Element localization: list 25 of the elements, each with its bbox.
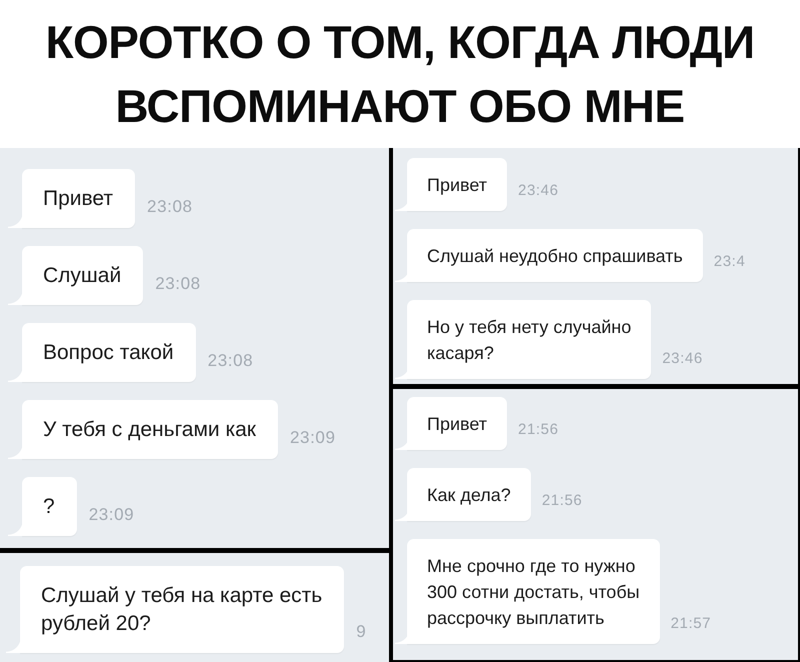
message-time: 23:4 (714, 253, 746, 271)
message-time: 23:08 (155, 275, 201, 293)
message-time: 23:09 (290, 429, 336, 447)
message-time: 23:46 (518, 182, 559, 200)
message-time: 21:56 (542, 492, 582, 510)
message-bubble: Слушай (8, 246, 144, 305)
message-bubble: Но у тебя нету случайно касаря? (395, 300, 652, 379)
message-time: 23:08 (208, 352, 254, 370)
message-time: 23:46 (662, 350, 703, 368)
message-bubble: Привет (395, 397, 508, 450)
message-bubble: Привет (8, 169, 136, 228)
message-bubble: ? (8, 477, 77, 536)
message-time: 21:57 (670, 615, 712, 633)
message-bubble: Вопрос такой (8, 323, 196, 382)
message-time: 23:09 (88, 506, 134, 524)
message-bubble: Слушай неудобно спрашивать (395, 229, 703, 282)
message-time: 23:08 (147, 198, 193, 216)
message-time: 9 (356, 623, 366, 641)
message-bubble: У тебя с деньгами как (8, 400, 278, 459)
message-bubble: Мне срочно где то нужно 300 сотни достать, чтобы рассрочку выплатить (395, 539, 660, 644)
message-bubble: Как дела? (395, 468, 531, 521)
message-bubble: Слушай у тебя на карте есть рублей 20? (6, 566, 344, 653)
message-bubble: Привет (395, 158, 508, 211)
message-time: 21:56 (518, 421, 559, 439)
meme-caption: КОРОТКО О ТОМ, КОГДА ЛЮДИ ВСПОМИНАЮТ ОБО МНЕ (44, 15, 756, 134)
